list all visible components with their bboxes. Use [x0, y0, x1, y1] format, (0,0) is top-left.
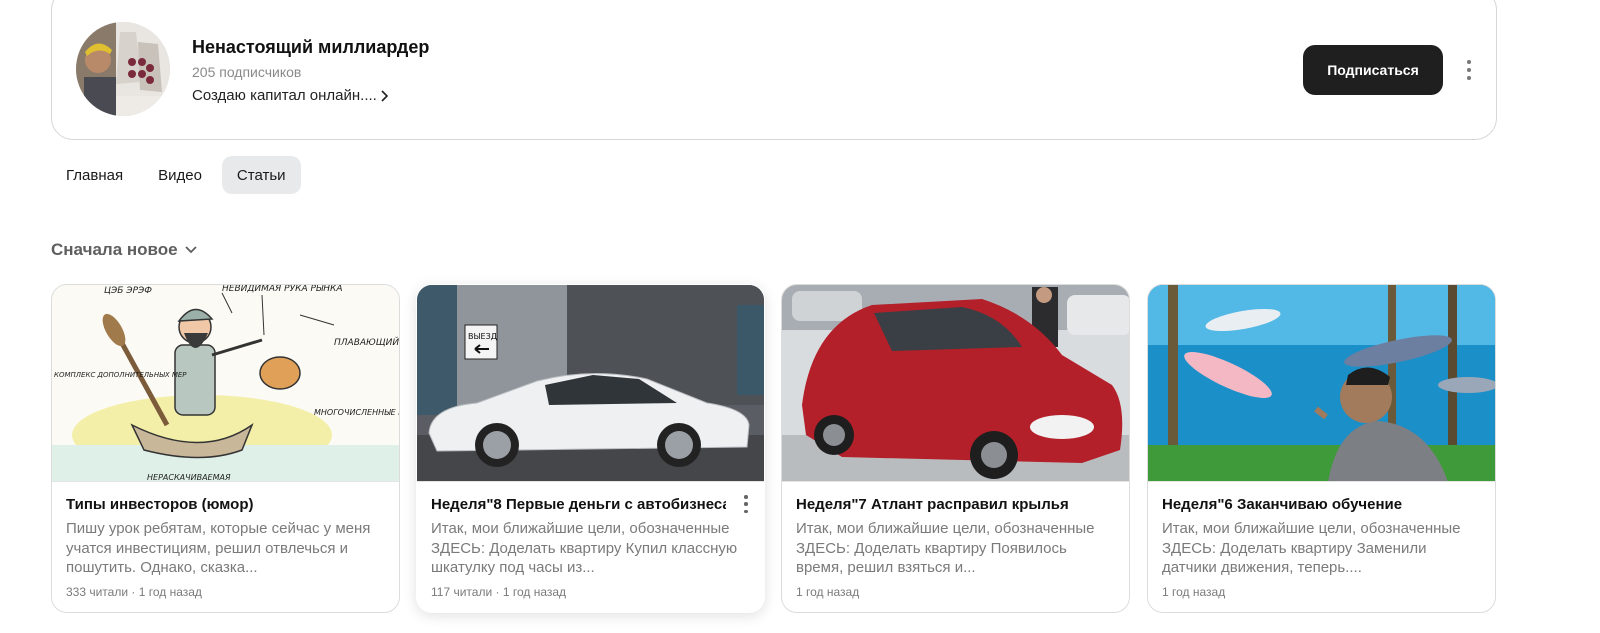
aquarium-photo-icon: [1148, 285, 1495, 481]
red-car-photo-icon: [782, 285, 1129, 481]
sort-label: Сначала новое: [51, 240, 178, 259]
thumb-label: ПЛАВАЮЩИЙ КУРС: [334, 336, 399, 348]
article-snippet: Итак, мои ближайшие цели, обозначенные З…: [1162, 520, 1461, 576]
tab-video[interactable]: Видео: [143, 156, 217, 194]
article-meta: 333 читали · 1 год назад: [66, 585, 202, 599]
article-grid: ЦЭБ ЭРЭФ НЕВИДИМАЯ РУКА РЫНКА ПЛАВАЮЩИЙ …: [51, 284, 1497, 613]
article-meta: 1 год назад: [796, 585, 860, 599]
thumb-label: НЕРАСКАЧИВАЕМАЯ: [147, 473, 231, 482]
article-title[interactable]: Неделя"7 Атлант расправил крылья: [796, 496, 1091, 513]
article-meta: 117 читали · 1 год назад: [431, 585, 567, 599]
thumb-label: МНОГОЧИСЛЕННЫЕ РЕАЛЬНЫЕ ШОКИ: [314, 408, 399, 417]
tab-home[interactable]: Главная: [51, 156, 138, 194]
thumb-label: ВЫЕЗД: [468, 332, 497, 341]
white-sedan-photo-icon: ВЫЕЗД: [417, 285, 764, 481]
channel-tabs: Главная Видео Статьи: [51, 156, 306, 194]
article-card[interactable]: Неделя"6 Заканчиваю обучение Итак, мои б…: [1147, 284, 1496, 613]
channel-description-text: Создаю капитал онлайн....: [192, 87, 377, 104]
article-snippet: Итак, мои ближайшие цели, обозначенные З…: [431, 520, 738, 576]
article-meta: 1 год назад: [1162, 585, 1226, 599]
article-card[interactable]: ВЫЕЗД Неделя"8 Первые деньги с автобизне…: [416, 284, 765, 613]
article-thumbnail: ВЫЕЗД: [417, 285, 764, 482]
more-options-icon[interactable]: [1460, 58, 1478, 82]
article-snippet: Пишу урок ребятам, которые сейчас у меня…: [66, 520, 371, 576]
cartoon-illustration-icon: ЦЭБ ЭРЭФ НЕВИДИМАЯ РУКА РЫНКА ПЛАВАЮЩИЙ …: [52, 285, 399, 482]
thumb-label: НЕВИДИМАЯ РУКА РЫНКА: [222, 285, 343, 294]
article-thumbnail: ЦЭБ ЭРЭФ НЕВИДИМАЯ РУКА РЫНКА ПЛАВАЮЩИЙ …: [52, 285, 399, 482]
article-title[interactable]: Неделя"6 Заканчиваю обучение: [1162, 496, 1457, 513]
chevron-down-icon: [184, 246, 197, 254]
thumb-label: КОМПЛЕКС ДОПОЛНИТЕЛЬНЫХ МЕР: [54, 371, 187, 379]
subscriber-count: 205 подписчиков: [192, 64, 302, 80]
sort-dropdown[interactable]: Сначала новое: [51, 240, 198, 260]
thumb-label: ЦЭБ ЭРЭФ: [104, 286, 152, 296]
chevron-right-icon: [381, 89, 388, 102]
article-snippet: Итак, мои ближайшие цели, обозначенные З…: [796, 520, 1095, 576]
article-title[interactable]: Неделя"8 Первые деньги с автобизнеса: [431, 496, 726, 513]
channel-description[interactable]: Создаю капитал онлайн....: [192, 87, 389, 104]
channel-avatar[interactable]: [76, 22, 170, 116]
article-card[interactable]: ЦЭБ ЭРЭФ НЕВИДИМАЯ РУКА РЫНКА ПЛАВАЮЩИЙ …: [51, 284, 400, 613]
channel-name[interactable]: Ненастоящий миллиардер: [192, 37, 429, 58]
tab-articles[interactable]: Статьи: [221, 156, 301, 194]
avatar-photo-icon: [76, 22, 170, 116]
article-title[interactable]: Типы инвесторов (юмор): [66, 496, 361, 513]
subscribe-button[interactable]: Подписаться: [1303, 45, 1443, 95]
article-thumbnail: [1148, 285, 1495, 482]
article-thumbnail: [782, 285, 1129, 482]
card-more-options-icon[interactable]: [742, 495, 750, 513]
channel-card: Ненастоящий миллиардер 205 подписчиков С…: [51, 0, 1497, 140]
article-card[interactable]: Неделя"7 Атлант расправил крылья Итак, м…: [781, 284, 1130, 613]
